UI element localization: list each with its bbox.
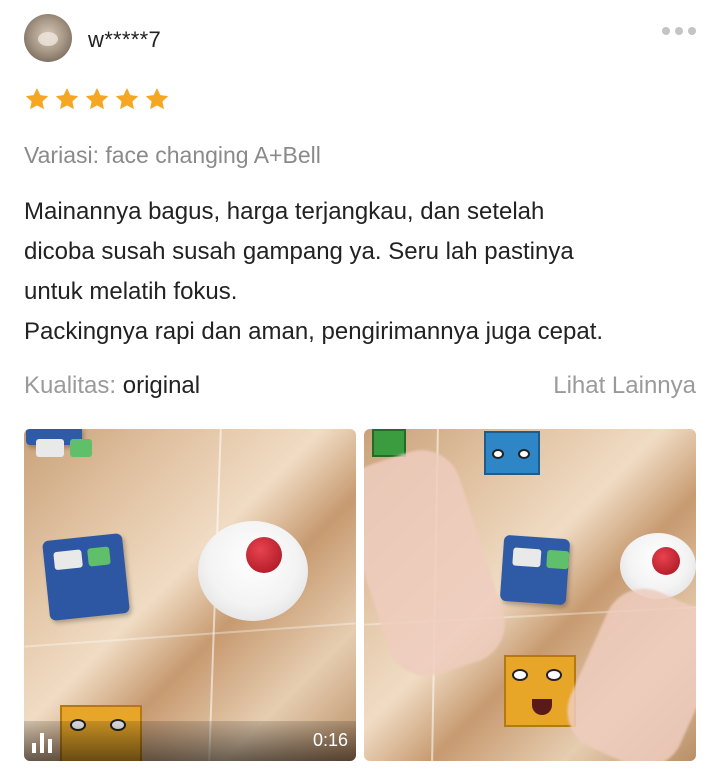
see-more-link[interactable]: Lihat Lainnya — [553, 372, 696, 400]
quality-value: original — [122, 372, 201, 399]
variation-label: Variasi: face changing A+Bell — [24, 142, 321, 168]
star-icon — [144, 86, 170, 112]
review-line: Mainannya bagus, harga terjangkau, dan s… — [24, 198, 545, 225]
rating-stars — [24, 86, 170, 112]
review-header: w*****7 — [24, 14, 696, 64]
review-line: dicoba susah susah gampang ya. Seru lah … — [24, 238, 574, 265]
review-line: untuk melatih fokus. — [24, 278, 238, 305]
video-bars-icon — [32, 733, 56, 753]
review-video-thumbnail[interactable]: 0:16 — [24, 429, 356, 761]
video-duration: 0:16 — [312, 730, 348, 750]
avatar[interactable] — [24, 14, 72, 62]
video-controls: 0:16 — [24, 721, 356, 761]
username[interactable]: w*****7 — [88, 27, 161, 53]
star-icon — [24, 86, 50, 112]
review-line: Packingnya rapi dan aman, pengirimannya … — [24, 318, 604, 345]
quality-label: Kualitas: — [24, 372, 117, 399]
quality-row: Kualitas: original — [24, 372, 200, 400]
star-icon — [114, 86, 140, 112]
review-text: Mainannya bagus, harga terjangkau, dan s… — [24, 192, 700, 352]
star-icon — [84, 86, 110, 112]
review-photo-thumbnail[interactable] — [364, 429, 696, 761]
more-dots-icon[interactable] — [662, 24, 696, 38]
star-icon — [54, 86, 80, 112]
